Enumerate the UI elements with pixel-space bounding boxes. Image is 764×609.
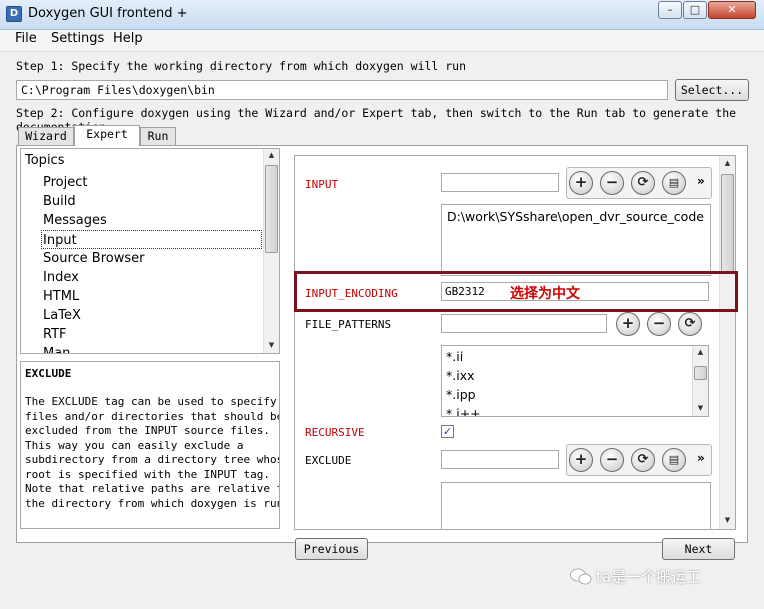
input-remove-button[interactable]: − [600, 171, 624, 195]
help-panel: EXCLUDE The EXCLUDE tag can be used to s… [20, 361, 280, 529]
scroll-up-icon[interactable]: ▲ [693, 348, 708, 356]
previous-button[interactable]: Previous [295, 538, 368, 560]
menu-help[interactable]: Help [113, 31, 143, 46]
scroll-down-icon[interactable]: ▼ [720, 516, 735, 524]
scroll-down-icon[interactable]: ▼ [264, 341, 279, 349]
input-encoding-label: INPUT_ENCODING [305, 287, 398, 300]
window-title: Doxygen GUI frontend + [28, 6, 188, 21]
settings-panel: INPUT + − ⟳ ▤ » D:\work\SYSshare\open_dv… [294, 155, 736, 530]
tab-expert[interactable]: Expert [74, 125, 140, 146]
scroll-down-icon[interactable]: ▼ [693, 404, 708, 412]
input-more-button[interactable]: » [697, 174, 705, 188]
exclude-list[interactable] [441, 482, 711, 529]
topics-scroll-thumb[interactable] [265, 165, 278, 253]
settings-scrollbar[interactable]: ▲ ▼ [719, 156, 735, 529]
maximize-button[interactable]: □ [683, 1, 707, 19]
scroll-up-icon[interactable]: ▲ [264, 151, 279, 159]
close-button[interactable]: ✕ [708, 1, 756, 19]
recursive-checkbox[interactable]: ✓ [441, 425, 454, 438]
recursive-label: RECURSIVE [305, 426, 365, 439]
file-patterns-label: FILE_PATTERNS [305, 318, 392, 331]
next-button[interactable]: Next [662, 538, 735, 560]
file-patterns-refresh-button[interactable]: ⟳ [678, 312, 702, 336]
topic-item-man[interactable]: Man [43, 344, 70, 353]
topic-item-build[interactable]: Build [43, 192, 76, 211]
input-label: INPUT [305, 178, 339, 191]
help-text: The EXCLUDE tag can be used to specify f… [25, 395, 279, 510]
exclude-add-button[interactable]: + [569, 448, 593, 472]
menu-settings[interactable]: Settings [51, 31, 104, 46]
select-button[interactable]: Select... [675, 79, 749, 101]
topic-item-input[interactable]: Input [41, 230, 262, 249]
topic-item-latex[interactable]: LaTeX [43, 306, 81, 325]
file-patterns-scrollbar[interactable]: ▲ ▼ [692, 346, 708, 416]
settings-scroll-thumb[interactable] [721, 174, 734, 274]
step1-label: Step 1: Specify the working directory fr… [16, 59, 467, 73]
topic-item-source-browser[interactable]: Source Browser [43, 249, 144, 268]
annotation-text: 选择为中文 [510, 286, 580, 302]
topics-list[interactable]: Topics Project Build Messages Input Sour… [20, 148, 280, 354]
exclude-field[interactable] [441, 450, 559, 469]
exclude-remove-button[interactable]: − [600, 448, 624, 472]
topic-item-index[interactable]: Index [43, 268, 79, 287]
working-directory-input[interactable]: C:\Program Files\doxygen\bin [16, 80, 668, 100]
file-patterns-field[interactable] [441, 314, 607, 333]
input-list-item[interactable]: D:\work\SYSshare\open_dvr_source_code [447, 207, 704, 226]
exclude-refresh-button[interactable]: ⟳ [631, 448, 655, 472]
exclude-label: EXCLUDE [305, 454, 352, 467]
file-pattern-item[interactable]: *.ipp [446, 385, 476, 404]
input-list[interactable]: D:\work\SYSshare\open_dvr_source_code [441, 204, 711, 276]
watermark-text: ta是一个搬运工 [596, 568, 702, 586]
minimize-button[interactable]: – [658, 1, 682, 19]
topic-item-messages[interactable]: Messages [43, 211, 107, 230]
file-pattern-item[interactable]: *.ixx [446, 366, 475, 385]
file-pattern-item[interactable]: *.i++ [446, 404, 481, 416]
app-icon: D [6, 6, 22, 22]
input-refresh-button[interactable]: ⟳ [631, 171, 655, 195]
input-file-button[interactable]: ▤ [662, 171, 686, 195]
wechat-icon [570, 568, 592, 585]
topic-item-project[interactable]: Project [43, 173, 87, 192]
file-patterns-add-button[interactable]: + [616, 312, 640, 336]
help-title: EXCLUDE [25, 367, 72, 380]
input-field[interactable] [441, 173, 559, 192]
tab-wizard[interactable]: Wizard [18, 127, 74, 145]
file-patterns-remove-button[interactable]: − [647, 312, 671, 336]
file-patterns-list[interactable]: *.ii *.ixx *.ipp *.i++ ▲ ▼ [441, 345, 709, 417]
topics-header: Topics [25, 153, 65, 168]
tab-run[interactable]: Run [140, 127, 176, 145]
scroll-up-icon[interactable]: ▲ [720, 159, 735, 167]
input-add-button[interactable]: + [569, 171, 593, 195]
file-pattern-item[interactable]: *.ii [446, 347, 463, 366]
topic-item-rtf[interactable]: RTF [43, 325, 67, 344]
exclude-file-button[interactable]: ▤ [662, 448, 686, 472]
file-patterns-scroll-thumb[interactable] [694, 366, 707, 380]
topic-item-html[interactable]: HTML [43, 287, 79, 306]
menu-file[interactable]: File [15, 31, 37, 46]
topics-scrollbar[interactable]: ▲ ▼ [263, 149, 279, 353]
exclude-more-button[interactable]: » [697, 451, 705, 465]
